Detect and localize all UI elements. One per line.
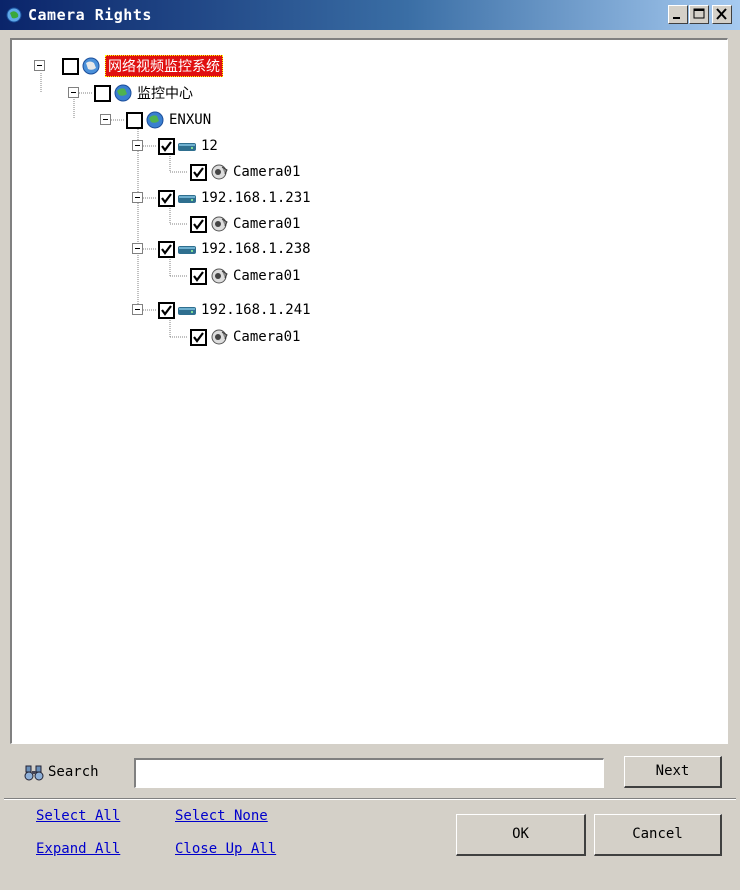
search-label: Search (48, 764, 99, 780)
camera-icon (209, 162, 229, 182)
next-button[interactable]: Next (624, 756, 722, 788)
site-checkbox[interactable] (126, 111, 143, 129)
globe-icon (113, 83, 133, 103)
root-checkbox[interactable] (62, 57, 79, 75)
device-checkbox[interactable] (158, 137, 175, 155)
device-label: 12 (201, 138, 218, 154)
tree-node-site[interactable]: ENXUN (126, 109, 211, 131)
camera-label: Camera01 (233, 268, 301, 284)
title-bar[interactable]: Camera Rights (0, 0, 740, 30)
close-button[interactable] (712, 5, 732, 24)
select-none-link[interactable]: Select None (175, 808, 268, 824)
device-label: 192.168.1.231 (201, 190, 311, 206)
tree-connector-lines (40, 73, 188, 338)
site-label: ENXUN (169, 112, 212, 128)
root-label: 网络视频监控系统 (105, 55, 223, 77)
tree-node-device[interactable]: 192.168.1.241 (158, 299, 311, 321)
device-expander[interactable] (132, 243, 143, 254)
site-expander[interactable] (100, 114, 111, 125)
dvr-icon (177, 136, 197, 156)
expand-all-link[interactable]: Expand All (36, 841, 120, 857)
tree-node-center[interactable]: 监控中心 (94, 82, 193, 104)
tree-node-camera[interactable]: Camera01 (190, 161, 300, 183)
camera-tree[interactable]: 网络视频监控系统 监控中心 ENXUN 12 Camera01 192.168.… (10, 38, 728, 744)
tree-node-device[interactable]: 192.168.1.238 (158, 238, 311, 260)
device-checkbox[interactable] (158, 240, 175, 258)
camera-label: Camera01 (233, 164, 301, 180)
minimize-icon (673, 17, 680, 19)
dvr-icon (177, 300, 197, 320)
camera-icon (209, 214, 229, 234)
tree-node-device[interactable]: 12 (158, 135, 218, 157)
separator (4, 798, 736, 800)
center-checkbox[interactable] (94, 84, 111, 102)
device-expander[interactable] (132, 304, 143, 315)
tree-node-camera[interactable]: Camera01 (190, 213, 300, 235)
device-checkbox[interactable] (158, 189, 175, 207)
center-label: 监控中心 (137, 86, 193, 102)
root-expander[interactable] (34, 60, 45, 71)
tree-node-camera[interactable]: Camera01 (190, 265, 300, 287)
globe-icon (145, 110, 165, 130)
app-globe-icon (6, 7, 22, 23)
maximize-button[interactable] (689, 5, 709, 24)
center-expander[interactable] (68, 87, 79, 98)
camera-icon (209, 266, 229, 286)
close-icon (716, 8, 727, 20)
tree-node-root[interactable]: 网络视频监控系统 (62, 55, 223, 77)
camera-icon (209, 327, 229, 347)
ok-button[interactable]: OK (456, 814, 586, 856)
maximize-icon (693, 8, 705, 19)
device-expander[interactable] (132, 140, 143, 151)
camera-checkbox[interactable] (190, 215, 207, 233)
close-up-all-link[interactable]: Close Up All (175, 841, 276, 857)
camera-checkbox[interactable] (190, 163, 207, 181)
binoculars-icon (24, 764, 44, 782)
tree-node-camera[interactable]: Camera01 (190, 326, 300, 348)
dvr-icon (177, 188, 197, 208)
camera-rights-window: Camera Rights 网络视频监控系统 监控中心 ENXUN 12 Cam… (0, 0, 740, 890)
camera-label: Camera01 (233, 216, 301, 232)
device-label: 192.168.1.241 (201, 302, 311, 318)
select-all-link[interactable]: Select All (36, 808, 120, 824)
camera-label: Camera01 (233, 329, 301, 345)
minimize-button[interactable] (668, 5, 688, 24)
device-label: 192.168.1.238 (201, 241, 311, 257)
search-input[interactable] (134, 758, 604, 788)
tree-node-device[interactable]: 192.168.1.231 (158, 187, 311, 209)
device-checkbox[interactable] (158, 301, 175, 319)
cancel-button[interactable]: Cancel (594, 814, 722, 856)
dvr-icon (177, 239, 197, 259)
camera-checkbox[interactable] (190, 267, 207, 285)
window-title: Camera Rights (28, 6, 152, 24)
globe-icon (81, 56, 101, 76)
camera-checkbox[interactable] (190, 328, 207, 346)
device-expander[interactable] (132, 192, 143, 203)
